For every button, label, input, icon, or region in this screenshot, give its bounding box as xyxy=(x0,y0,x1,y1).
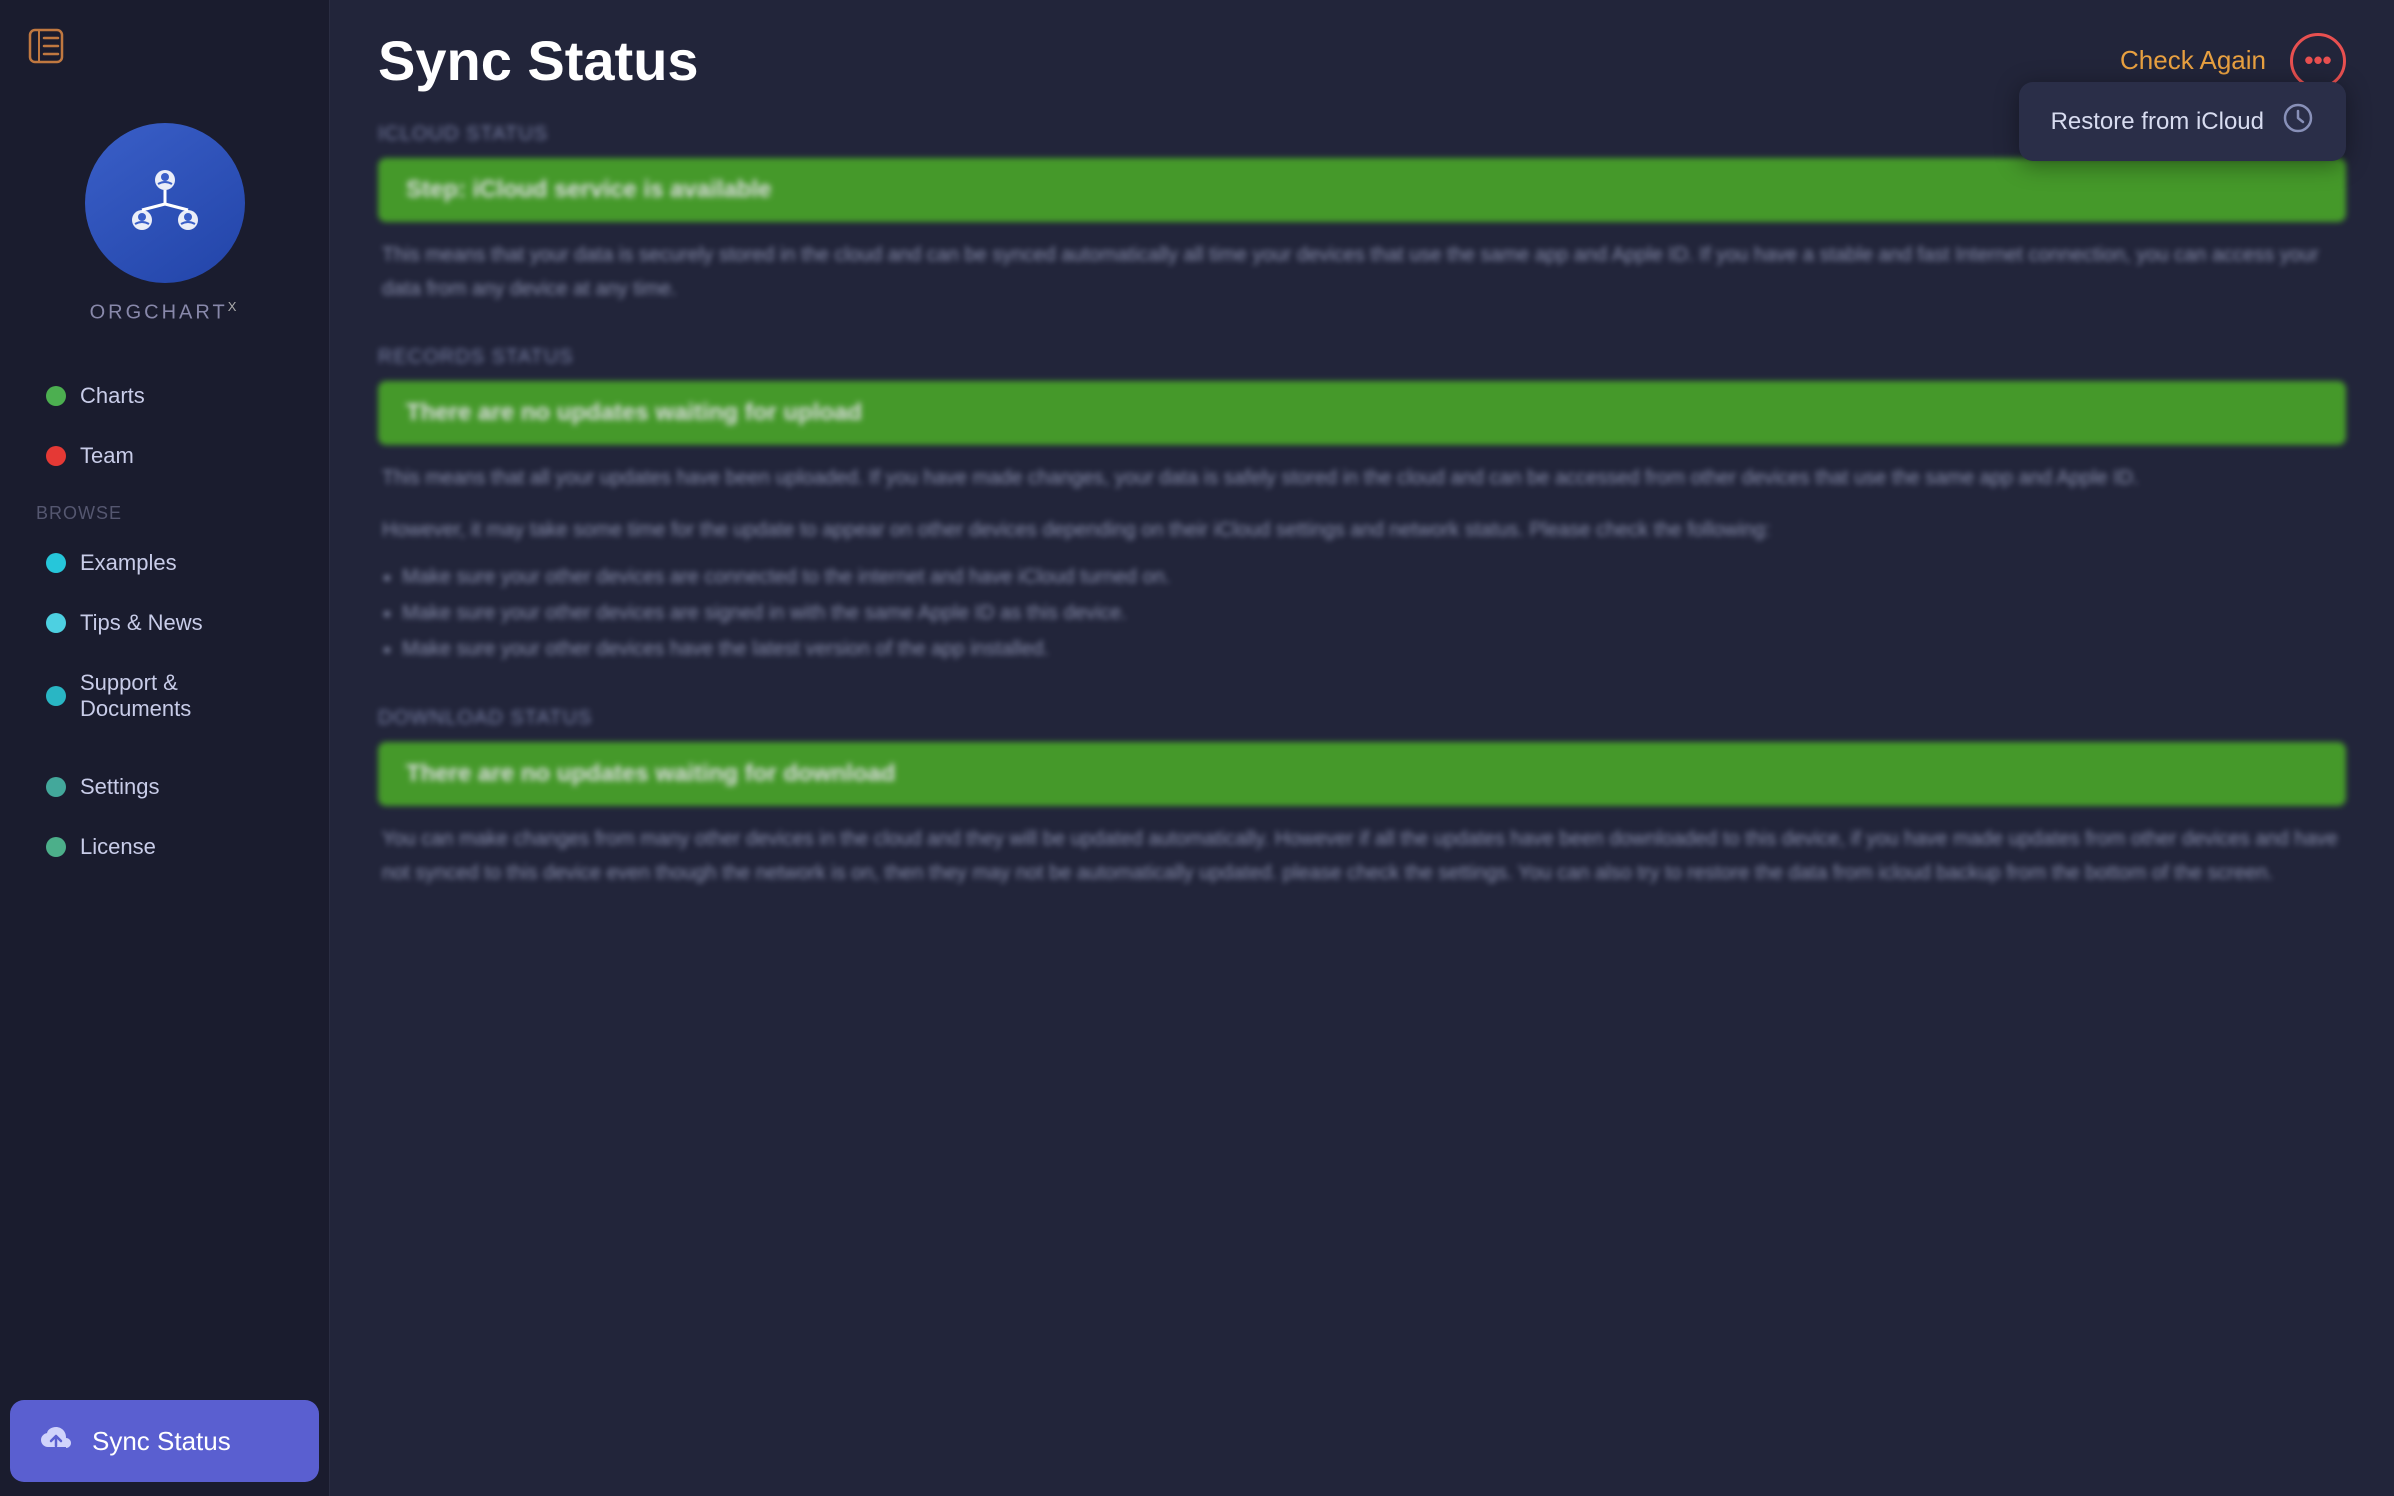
check-again-button[interactable]: Check Again xyxy=(2120,45,2266,76)
sidebar-bottom: Sync Status xyxy=(0,1386,329,1496)
sidebar-item-label: Tips & News xyxy=(80,610,203,636)
cloud-icon xyxy=(38,1422,74,1460)
settings-icon xyxy=(46,777,66,797)
app-name: ORGCHARTX xyxy=(90,299,240,325)
sidebar-item-label: Charts xyxy=(80,383,145,409)
charts-icon xyxy=(46,386,66,406)
section2-description: This means that all your updates have be… xyxy=(378,461,2346,495)
bullet-item: Make sure your other devices are connect… xyxy=(402,559,2346,595)
more-options-button[interactable]: ••• xyxy=(2290,33,2346,89)
section1-description: This means that your data is securely st… xyxy=(378,238,2346,306)
header-actions: Check Again ••• xyxy=(2120,33,2346,89)
content-area: ICLOUD STATUS Step: iCloud service is av… xyxy=(330,93,2394,1496)
restore-clock-icon xyxy=(2282,102,2314,141)
tips-icon xyxy=(46,613,66,633)
main-content: Sync Status Check Again ••• Restore from… xyxy=(330,0,2394,1496)
section2-detail: However, it may take some time for the u… xyxy=(378,513,2346,547)
section2-bullets: Make sure your other devices are connect… xyxy=(402,559,2346,667)
bullet-item: Make sure your other devices have the la… xyxy=(402,631,2346,667)
section-download-status: DOWNLOAD STATUS There are no updates wai… xyxy=(378,707,2346,890)
sidebar-toggle-icon[interactable] xyxy=(28,28,64,73)
restore-panel[interactable]: Restore from iCloud xyxy=(2019,82,2346,161)
section2-status-bar: There are no updates waiting for upload xyxy=(378,381,2346,445)
sidebar-item-license[interactable]: License xyxy=(10,818,319,876)
sidebar-item-examples[interactable]: Examples xyxy=(10,534,319,592)
sidebar-item-support[interactable]: Support & Documents xyxy=(10,654,319,738)
main-header: Sync Status Check Again ••• xyxy=(330,0,2394,93)
sidebar-item-team[interactable]: Team xyxy=(10,427,319,485)
license-icon xyxy=(46,837,66,857)
section3-status-bar: There are no updates waiting for downloa… xyxy=(378,742,2346,806)
sidebar-item-label: License xyxy=(80,834,156,860)
restore-label: Restore from iCloud xyxy=(2051,108,2264,136)
examples-icon xyxy=(46,553,66,573)
sidebar-nav: Charts Team BROWSE Examples Tips & News … xyxy=(0,349,329,1386)
sidebar-item-tips[interactable]: Tips & News xyxy=(10,594,319,652)
sidebar-item-label: Team xyxy=(80,443,134,469)
section1-status-bar: Step: iCloud service is available xyxy=(378,158,2346,222)
sync-status-button[interactable]: Sync Status xyxy=(10,1400,319,1482)
sidebar: ORGCHARTX Charts Team BROWSE Examples Ti… xyxy=(0,0,330,1496)
sidebar-item-label: Settings xyxy=(80,774,160,800)
browse-label: BROWSE xyxy=(0,487,329,532)
avatar-area: ORGCHARTX xyxy=(0,93,329,349)
section3-description: You can make changes from many other dev… xyxy=(378,822,2346,890)
ellipsis-icon: ••• xyxy=(2304,45,2331,76)
bullet-item: Make sure your other devices are signed … xyxy=(402,595,2346,631)
section3-bar-text: There are no updates waiting for downloa… xyxy=(406,760,895,787)
sidebar-item-charts[interactable]: Charts xyxy=(10,367,319,425)
sync-status-label: Sync Status xyxy=(92,1426,231,1457)
page-title: Sync Status xyxy=(378,28,699,93)
sidebar-top xyxy=(0,0,329,93)
section3-label: DOWNLOAD STATUS xyxy=(378,707,2346,730)
sidebar-item-label: Support & Documents xyxy=(80,670,283,722)
section2-bar-text: There are no updates waiting for upload xyxy=(406,399,862,426)
support-icon xyxy=(46,686,66,706)
team-icon xyxy=(46,446,66,466)
sidebar-item-settings[interactable]: Settings xyxy=(10,758,319,816)
section2-label: RECORDS STATUS xyxy=(378,346,2346,369)
section-records-status: RECORDS STATUS There are no updates wait… xyxy=(378,346,2346,667)
sidebar-item-label: Examples xyxy=(80,550,177,576)
avatar xyxy=(85,123,245,283)
section1-bar-text: Step: iCloud service is available xyxy=(406,176,771,203)
